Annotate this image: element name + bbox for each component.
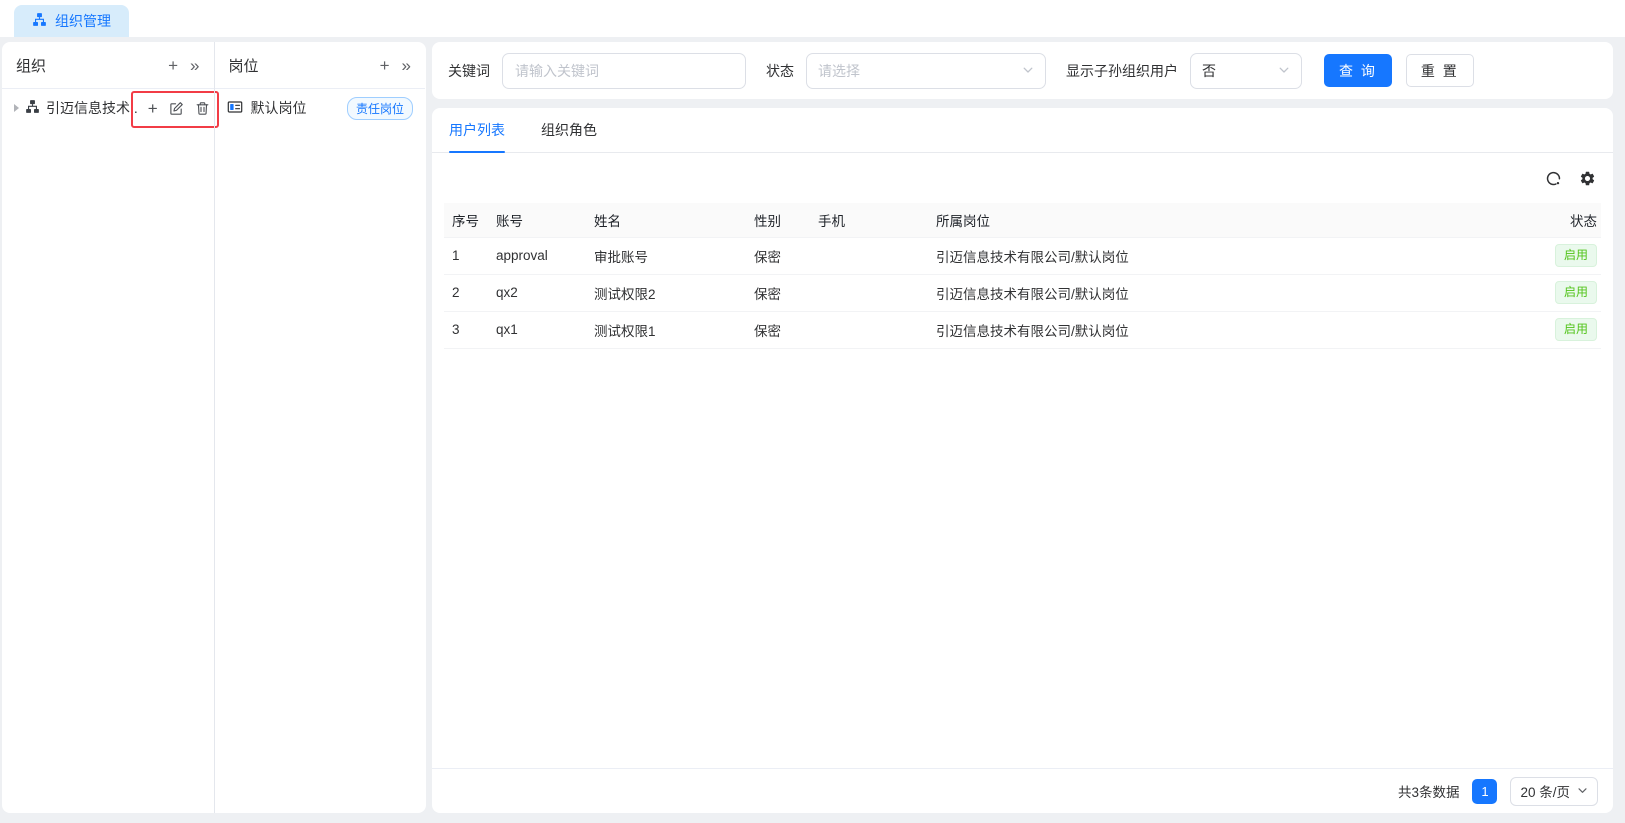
cell-post: 引迈信息技术有限公司/默认岗位 xyxy=(928,311,1509,348)
cell-gender: 保密 xyxy=(746,274,810,311)
cell-name: 测试权限1 xyxy=(586,311,746,348)
cell-post: 引迈信息技术有限公司/默认岗位 xyxy=(928,237,1509,274)
table-row[interactable]: 1 approval 审批账号 保密 引迈信息技术有限公司/默认岗位 启用 xyxy=(444,237,1601,274)
col-header-name: 姓名 xyxy=(586,203,746,237)
post-badge: 责任岗位 xyxy=(347,97,413,120)
post-panel-header: 岗位 + » xyxy=(215,42,426,89)
table-row[interactable]: 2 qx2 测试权限2 保密 引迈信息技术有限公司/默认岗位 启用 xyxy=(444,274,1601,311)
reset-button[interactable]: 重 置 xyxy=(1406,54,1474,87)
col-header-post: 所属岗位 xyxy=(928,203,1509,237)
add-child-org-icon[interactable]: + xyxy=(148,100,158,117)
cell-no: 2 xyxy=(444,274,488,311)
tab-label: 组织管理 xyxy=(55,11,111,31)
keyword-input[interactable] xyxy=(502,53,746,89)
chevron-down-icon xyxy=(1577,784,1588,799)
chevron-down-icon xyxy=(1022,63,1034,79)
filter-bar: 关键词 状态 请选择 显示子孙组织用户 否 查 询 重 置 xyxy=(432,42,1613,99)
cell-name: 测试权限2 xyxy=(586,274,746,311)
col-header-phone: 手机 xyxy=(810,203,928,237)
content-tabs: 用户列表 组织角色 xyxy=(432,108,1613,153)
id-card-icon xyxy=(227,99,243,118)
top-tab-strip: 组织管理 xyxy=(0,0,1625,37)
status-select[interactable]: 请选择 xyxy=(806,53,1046,89)
cell-phone xyxy=(810,274,928,311)
tab-org-roles[interactable]: 组织角色 xyxy=(541,108,597,152)
post-item-label: 默认岗位 xyxy=(251,98,307,118)
cell-no: 3 xyxy=(444,311,488,348)
descendant-select[interactable]: 否 xyxy=(1190,53,1302,89)
cell-no: 1 xyxy=(444,237,488,274)
cell-account: qx1 xyxy=(488,311,586,348)
organization-panel: 组织 + » 引迈信息技术.. + xyxy=(2,42,214,813)
status-select-placeholder: 请选择 xyxy=(818,61,860,81)
keyword-label: 关键词 xyxy=(448,61,490,81)
cell-name: 审批账号 xyxy=(586,237,746,274)
left-panels-card: 组织 + » 引迈信息技术.. + xyxy=(2,42,426,813)
cell-post: 引迈信息技术有限公司/默认岗位 xyxy=(928,274,1509,311)
descendant-label: 显示子孙组织用户 xyxy=(1066,61,1178,81)
organization-tree-item[interactable]: 引迈信息技术.. + xyxy=(2,89,214,127)
status-badge: 启用 xyxy=(1555,281,1597,303)
col-header-gender: 性别 xyxy=(746,203,810,237)
post-list-item[interactable]: 默认岗位 责任岗位 xyxy=(215,89,426,127)
organization-panel-title: 组织 xyxy=(16,55,46,76)
cell-account: approval xyxy=(488,237,586,274)
collapse-post-panel-icon[interactable]: » xyxy=(402,57,411,74)
organization-panel-header: 组织 + » xyxy=(2,42,214,89)
search-button[interactable]: 查 询 xyxy=(1324,54,1392,87)
collapse-panel-icon[interactable]: » xyxy=(190,57,199,74)
expand-caret-icon[interactable] xyxy=(14,104,19,112)
col-header-no: 序号 xyxy=(444,203,488,237)
pagination-bar: 共3条数据 1 20 条/页 xyxy=(432,768,1613,813)
add-post-icon[interactable]: + xyxy=(380,57,390,74)
table-header-row: 序号 账号 姓名 性别 手机 所属岗位 状态 xyxy=(444,203,1601,237)
main-content-card: 用户列表 组织角色 序号 账号 姓名 xyxy=(432,108,1613,813)
page-size-value: 20 条/页 xyxy=(1520,781,1570,801)
delete-org-icon[interactable] xyxy=(195,101,210,116)
edit-org-icon[interactable] xyxy=(169,101,184,116)
cell-phone xyxy=(810,237,928,274)
status-badge: 启用 xyxy=(1555,318,1597,340)
page-size-select[interactable]: 20 条/页 xyxy=(1510,777,1598,806)
col-header-account: 账号 xyxy=(488,203,586,237)
add-organization-icon[interactable]: + xyxy=(168,57,178,74)
post-panel: 岗位 + » 默认岗位 责任岗位 xyxy=(214,42,426,813)
total-count-text: 共3条数据 xyxy=(1398,781,1460,801)
org-chart-icon xyxy=(32,12,47,30)
post-panel-title: 岗位 xyxy=(229,55,259,76)
page-number-button[interactable]: 1 xyxy=(1472,779,1497,804)
cell-gender: 保密 xyxy=(746,237,810,274)
org-node-icon xyxy=(25,99,40,117)
cell-account: qx2 xyxy=(488,274,586,311)
settings-gear-icon[interactable] xyxy=(1579,170,1596,187)
user-table: 序号 账号 姓名 性别 手机 所属岗位 状态 1 approval 审批账号 保… xyxy=(444,203,1601,349)
cell-phone xyxy=(810,311,928,348)
refresh-icon[interactable] xyxy=(1545,170,1562,187)
status-badge: 启用 xyxy=(1555,244,1597,266)
status-label: 状态 xyxy=(766,61,794,81)
table-row[interactable]: 3 qx1 测试权限1 保密 引迈信息技术有限公司/默认岗位 启用 xyxy=(444,311,1601,348)
organization-node-label: 引迈信息技术.. xyxy=(46,98,138,118)
tab-org-management[interactable]: 组织管理 xyxy=(14,5,129,37)
tab-user-list[interactable]: 用户列表 xyxy=(449,108,505,152)
descendant-select-value: 否 xyxy=(1202,61,1216,81)
col-header-status: 状态 xyxy=(1509,203,1601,237)
chevron-down-icon xyxy=(1278,63,1290,79)
table-toolbar xyxy=(432,153,1613,203)
cell-gender: 保密 xyxy=(746,311,810,348)
